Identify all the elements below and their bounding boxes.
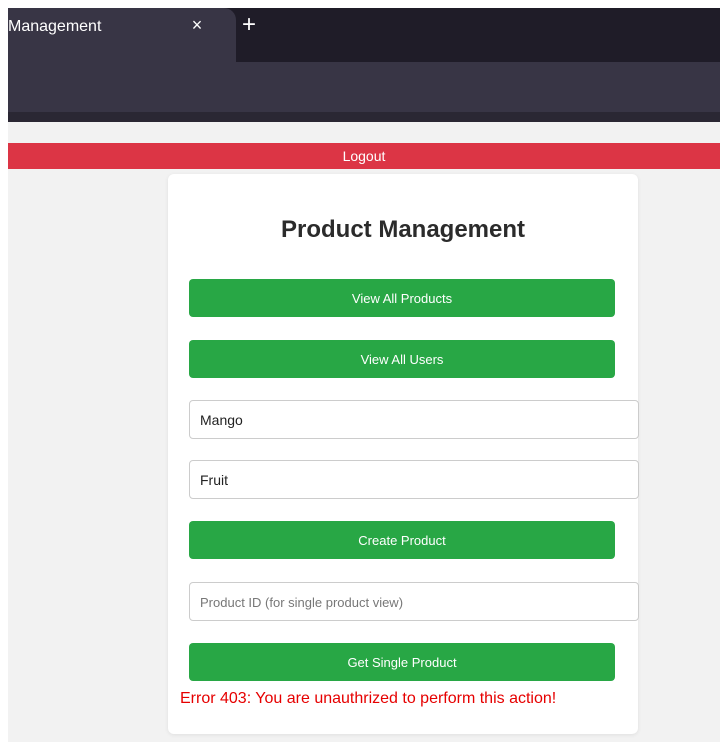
tab-title: Management (8, 18, 102, 35)
product-management-card: Product Management View All Products Vie… (168, 174, 639, 734)
page-title: Product Management (280, 216, 526, 243)
create-product-button[interactable]: Create Product (189, 521, 615, 559)
product-category-input[interactable] (189, 460, 639, 499)
browser-toolbar (8, 62, 720, 112)
get-single-product-button[interactable]: Get Single Product (189, 643, 615, 681)
error-message: Error 403: You are unauthrized to perfor… (180, 690, 557, 707)
page-viewport: Logout Product Management View All Produ… (8, 122, 720, 742)
plus-icon[interactable]: + (234, 10, 264, 40)
product-id-input[interactable] (189, 582, 639, 621)
view-all-users-button[interactable]: View All Users (189, 340, 615, 378)
browser-window: Management × + Logout Product Management… (0, 0, 720, 742)
tab-strip: Management × + (8, 8, 720, 62)
toolbar-divider (8, 112, 720, 122)
product-name-input[interactable] (189, 400, 639, 439)
close-icon[interactable]: × (184, 12, 210, 38)
browser-tab-active[interactable]: Management × (8, 8, 236, 62)
logout-button[interactable]: Logout (8, 143, 720, 169)
view-all-products-button[interactable]: View All Products (189, 279, 615, 317)
